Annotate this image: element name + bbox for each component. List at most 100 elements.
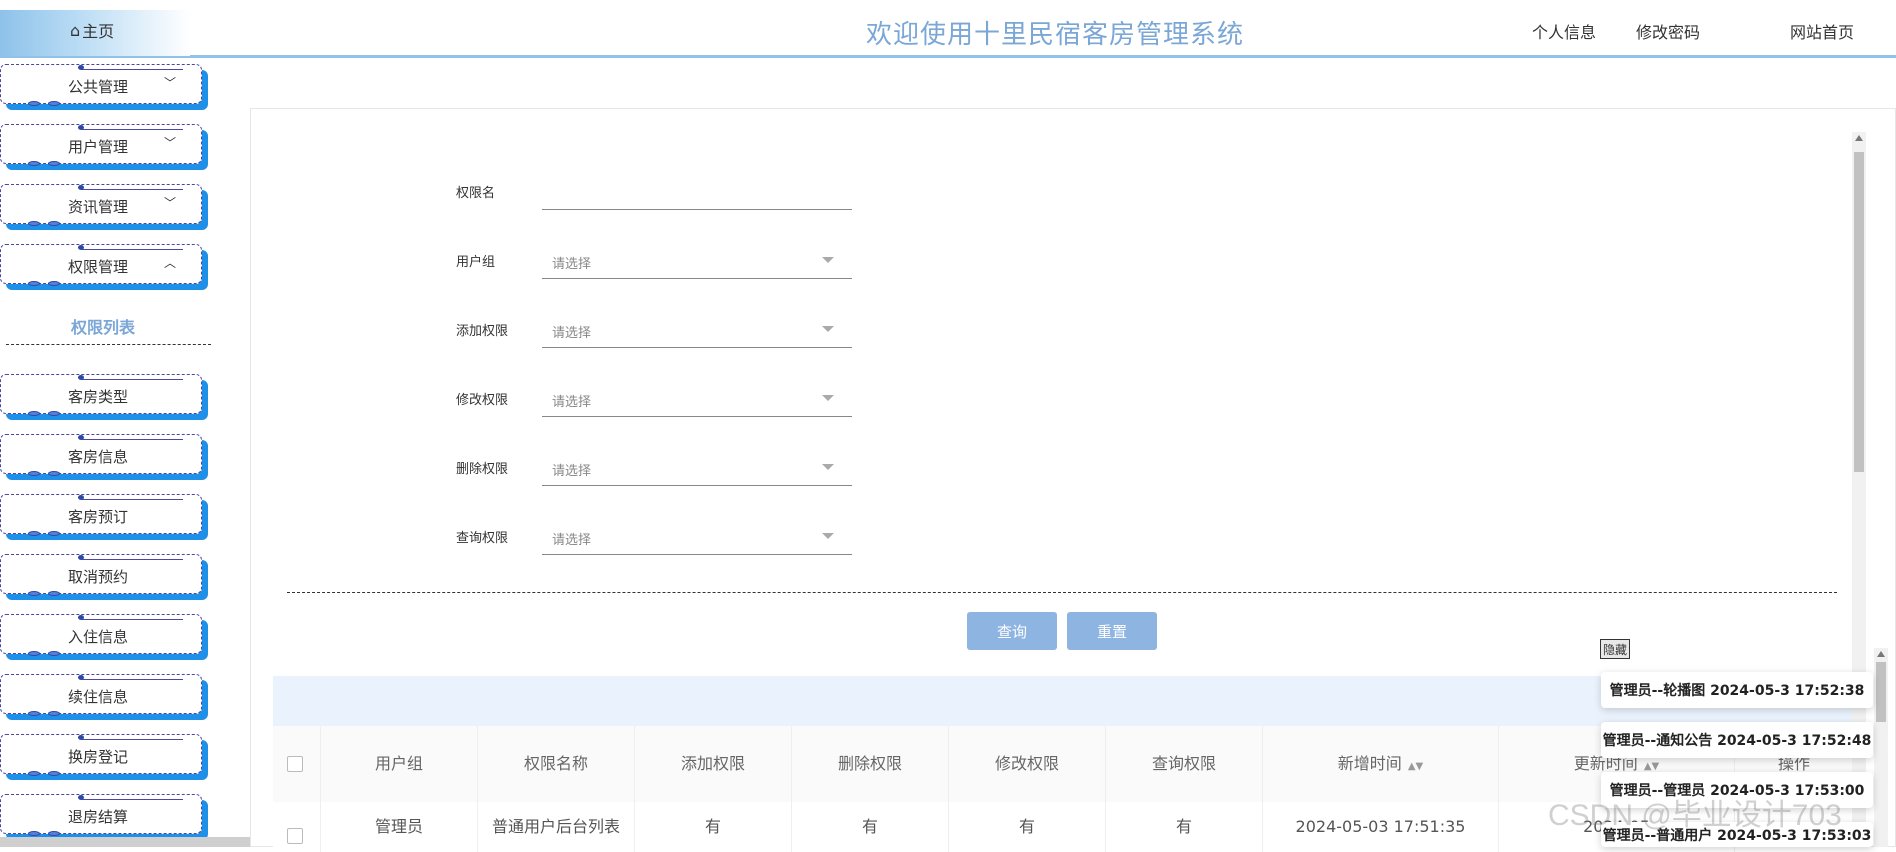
- caret-down-icon: [822, 257, 834, 263]
- scroll-thumb[interactable]: [1876, 662, 1886, 722]
- top-header: ⌂ 主页 欢迎使用十里民宿客房管理系统 个人信息 修改密码 网站首页: [0, 0, 1896, 58]
- submenu-divider: [6, 344, 211, 345]
- delete-permission-select[interactable]: 请选择: [542, 450, 852, 486]
- search-query-permission: 查询权限 请选择: [456, 519, 856, 559]
- sidebar-group-users[interactable]: 用户管理 ﹀: [0, 124, 205, 168]
- chevron-down-icon: ﹀: [164, 136, 177, 150]
- col-add-permission: 添加权限: [635, 726, 792, 802]
- reset-button[interactable]: 重置: [1067, 612, 1157, 650]
- menu-dot: [78, 735, 84, 740]
- col-permission-name: 权限名称: [478, 726, 635, 802]
- sidebar-item-cancel-booking[interactable]: 取消预约: [0, 554, 205, 598]
- col-label: 新增时间: [1337, 754, 1402, 773]
- select-placeholder: 请选择: [552, 533, 592, 548]
- caret-down-icon: [822, 533, 834, 539]
- sidebar: 公共管理 ﹀ 用户管理 ﹀ 资讯管理 ﹀ 权限管理 ︿ 权限列表 客房类型 客房…: [0, 58, 212, 847]
- sidebar-group-news[interactable]: 资讯管理 ﹀: [0, 184, 205, 228]
- select-placeholder: 请选择: [552, 326, 592, 341]
- notice-vertical-scrollbar[interactable]: [1874, 648, 1888, 847]
- menu-dots: [28, 591, 64, 597]
- sort-icon[interactable]: ▲▼: [1408, 761, 1423, 772]
- field-label: 用户组: [456, 255, 496, 270]
- search-user-group: 用户组 请选择: [456, 243, 856, 283]
- page-title: 欢迎使用十里民宿客房管理系统: [865, 20, 1244, 50]
- edit-permission-select[interactable]: 请选择: [542, 381, 852, 417]
- chevron-up-icon: ︿: [164, 256, 177, 270]
- sidebar-item-room-change[interactable]: 换房登记: [0, 734, 205, 778]
- notification-item[interactable]: 管理员--通知公告 2024-05-3 17:52:48: [1601, 722, 1873, 758]
- chevron-down-icon: ﹀: [164, 76, 177, 90]
- field-label: 修改权限: [456, 393, 509, 408]
- query-button[interactable]: 查询: [967, 612, 1057, 650]
- sidebar-item-room-info[interactable]: 客房信息: [0, 434, 205, 478]
- select-all-cell: [273, 726, 321, 802]
- menu-dot: [78, 675, 84, 680]
- cell-created-time: 2024-05-03 17:51:35: [1263, 802, 1499, 852]
- hide-notifications-button[interactable]: 隐藏: [1600, 639, 1630, 659]
- col-delete-permission: 删除权限: [792, 726, 949, 802]
- caret-down-icon: [822, 464, 834, 470]
- col-query-permission: 查询权限: [1106, 726, 1263, 802]
- sidebar-item-checkout[interactable]: 退房结算: [0, 794, 205, 838]
- site-home-link[interactable]: 网站首页: [1790, 19, 1854, 43]
- query-permission-select[interactable]: 请选择: [542, 519, 852, 555]
- menu-dot: [78, 555, 84, 560]
- select-all-checkbox[interactable]: [287, 756, 303, 772]
- sort-icon[interactable]: ▲▼: [1644, 761, 1659, 772]
- menu-dots: [28, 161, 64, 167]
- menu-dot: [78, 185, 84, 190]
- chevron-down-icon: ﹀: [164, 196, 177, 210]
- field-label: 权限名: [456, 186, 496, 201]
- caret-down-icon: [822, 395, 834, 401]
- sidebar-group-public[interactable]: 公共管理 ﹀: [0, 64, 205, 108]
- menu-dots: [28, 471, 64, 477]
- sidebar-item-label: 客房类型: [67, 388, 128, 406]
- sidebar-item-room-booking[interactable]: 客房预订: [0, 494, 205, 538]
- menu-dot: [78, 375, 84, 380]
- select-placeholder: 请选择: [552, 395, 592, 410]
- menu-dots: [28, 531, 64, 537]
- search-edit-permission: 修改权限 请选择: [456, 381, 856, 421]
- add-permission-select[interactable]: 请选择: [542, 312, 852, 348]
- watermark: CSDN @毕业设计703: [1548, 799, 1842, 832]
- search-delete-permission: 删除权限 请选择: [456, 450, 856, 490]
- menu-dot: [78, 65, 84, 70]
- menu-dots: [28, 411, 64, 417]
- sidebar-group-permissions[interactable]: 权限管理 ︿: [0, 244, 205, 288]
- scroll-thumb[interactable]: [1854, 152, 1864, 472]
- menu-dots: [28, 101, 64, 107]
- sidebar-subitem-permission-list[interactable]: 权限列表: [0, 314, 206, 338]
- cell-add-permission: 有: [635, 802, 792, 852]
- sidebar-item-extend-stay[interactable]: 续住信息: [0, 674, 205, 718]
- sidebar-item-checkin[interactable]: 入住信息: [0, 614, 205, 658]
- scroll-up-arrow-icon[interactable]: [1877, 651, 1885, 657]
- menu-dot: [78, 245, 84, 250]
- search-add-permission: 添加权限 请选择: [456, 312, 856, 352]
- cell-user-group: 管理员: [321, 802, 478, 852]
- scroll-up-arrow-icon[interactable]: [1855, 135, 1863, 141]
- menu-dot: [78, 795, 84, 800]
- permission-name-input[interactable]: [542, 174, 834, 208]
- select-placeholder: 请选择: [552, 464, 592, 479]
- menu-dot: [78, 615, 84, 620]
- search-permission-name: 权限名: [456, 174, 856, 214]
- cell-delete-permission: 有: [792, 802, 949, 852]
- field-label: 删除权限: [456, 462, 509, 477]
- row-select-cell: [273, 802, 321, 852]
- permission-name-input-wrap[interactable]: [542, 174, 852, 210]
- row-checkbox[interactable]: [287, 828, 303, 844]
- field-label: 查询权限: [456, 531, 509, 546]
- menu-dots: [28, 281, 64, 287]
- select-placeholder: 请选择: [552, 257, 592, 272]
- profile-link[interactable]: 个人信息: [1532, 19, 1596, 43]
- col-created-time[interactable]: 新增时间 ▲▼: [1263, 726, 1499, 802]
- menu-dots: [28, 651, 64, 657]
- change-password-link[interactable]: 修改密码: [1636, 19, 1700, 43]
- sidebar-item-room-type[interactable]: 客房类型: [0, 374, 205, 418]
- sidebar-item-label: 退房结算: [67, 808, 128, 826]
- menu-dots: [28, 221, 64, 227]
- sidebar-item-label: 客房信息: [67, 448, 128, 466]
- sidebar-item-label: 客房预订: [67, 508, 128, 526]
- user-group-select[interactable]: 请选择: [542, 243, 852, 279]
- notification-item[interactable]: 管理员--轮播图 2024-05-3 17:52:38: [1601, 672, 1873, 708]
